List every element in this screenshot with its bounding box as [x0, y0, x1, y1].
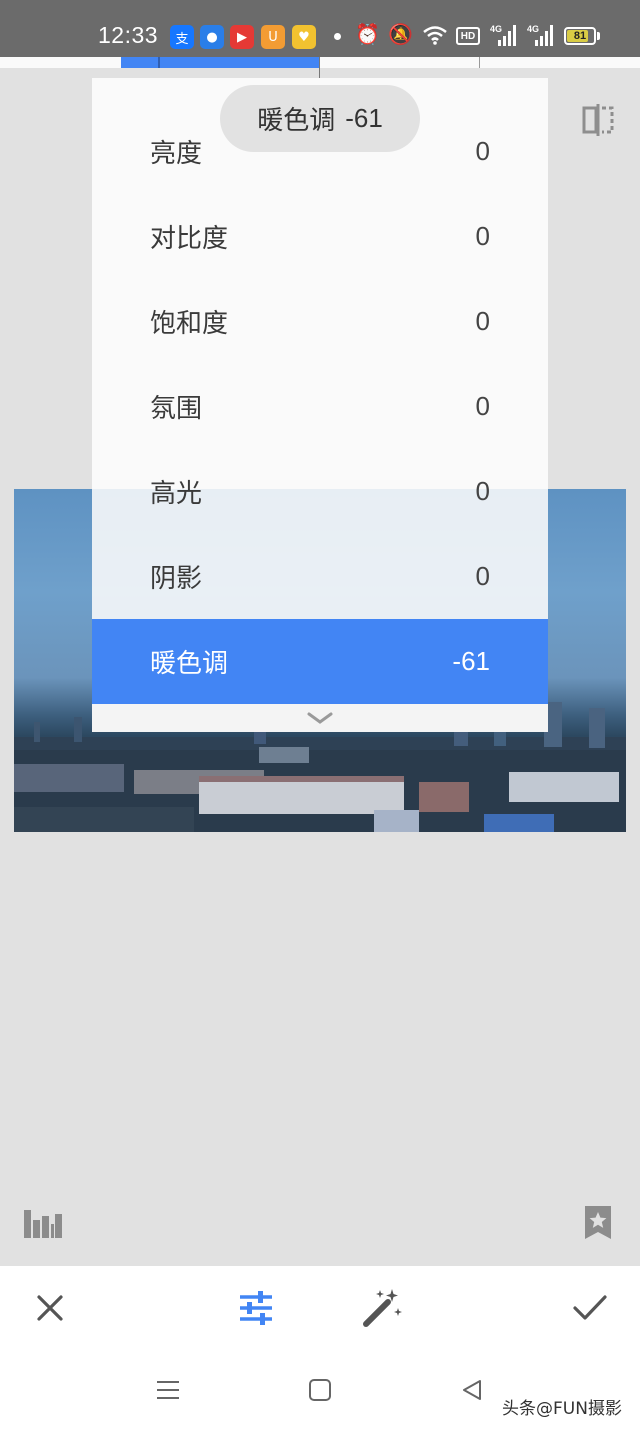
menu-item[interactable]: 高光 0: [92, 449, 548, 534]
menu-nav-button[interactable]: [150, 1372, 186, 1408]
top-strip: [0, 57, 640, 68]
alarm-icon: ⏰: [355, 22, 380, 46]
menu-item[interactable]: 氛围 0: [92, 364, 548, 449]
menu-item[interactable]: 饱和度 0: [92, 279, 548, 364]
notification-dot-icon: [334, 33, 341, 40]
heart-app-icon: ♥: [292, 25, 316, 49]
compare-icon: [582, 104, 614, 136]
slider-tick: [479, 57, 480, 68]
status-time: 12:33: [98, 22, 159, 48]
adjust-slider-fill[interactable]: [121, 57, 320, 68]
menu-item-label: 氛围: [150, 394, 203, 424]
alipay-icon: 支: [170, 25, 194, 49]
menu-item-value: 0: [475, 476, 490, 506]
chevron-down-icon: [307, 712, 333, 724]
menu-item-label: 阴影: [150, 564, 203, 594]
compare-button[interactable]: [578, 100, 618, 140]
browser-icon: ●: [200, 25, 224, 49]
apply-button[interactable]: [566, 1284, 614, 1332]
signal-icon: 4G: [527, 24, 553, 46]
battery-level: 81: [573, 30, 587, 42]
tooltip-value: -61: [345, 103, 383, 133]
menu-item-value: -61: [452, 646, 490, 676]
back-triangle-icon: [463, 1380, 481, 1400]
menu-item-label: 饱和度: [150, 309, 229, 339]
home-nav-button[interactable]: [302, 1372, 338, 1408]
adjust-slider-marker: [158, 57, 160, 68]
menu-item-value: 0: [475, 136, 490, 166]
menu-item[interactable]: 对比度 0: [92, 194, 548, 279]
network-type-1: 4G: [490, 24, 503, 34]
bookmark-star-icon: [585, 1206, 611, 1239]
menu-item-value: 0: [475, 561, 490, 591]
adjust-menu: 亮度 0 对比度 0 饱和度 0 氛围 0 高光 0 阴影 0 暖色调 -61: [92, 78, 548, 732]
home-square-icon: [309, 1379, 331, 1401]
adjust-tool-button[interactable]: [232, 1284, 280, 1332]
hd-badge: HD: [456, 27, 480, 45]
battery-icon: 81: [564, 27, 596, 45]
network-type-2: 4G: [527, 24, 540, 34]
auto-adjust-button[interactable]: [358, 1284, 406, 1332]
back-nav-button[interactable]: [454, 1372, 490, 1408]
status-bar: 12:33 支 ● ▶ U ♥ ⏰ 🔕 HD 4G 4G 81: [0, 0, 640, 57]
menu-item[interactable]: 阴影 0: [92, 534, 548, 619]
styles-button[interactable]: [582, 1204, 614, 1242]
watermark: 头条@FUN摄影: [502, 1399, 622, 1419]
value-tooltip: 暖色调 -61: [220, 85, 420, 152]
menu-item-value: 0: [475, 391, 490, 421]
battery-cap: [597, 32, 600, 40]
histogram-icon: [24, 1210, 62, 1238]
bottom-toolbar: [0, 1266, 640, 1352]
menu-item[interactable]: 暖色调 -61: [92, 619, 548, 704]
sliders-icon: [240, 1291, 272, 1325]
menu-item-value: 0: [475, 306, 490, 336]
signal-icon: 4G: [490, 24, 516, 46]
menu-item-label: 亮度: [150, 139, 203, 169]
menu-item-value: 0: [475, 221, 490, 251]
check-icon: [573, 1295, 607, 1320]
menu-item-label: 对比度: [150, 224, 229, 254]
hamburger-icon: [157, 1381, 179, 1399]
tooltip-label: 暖色调: [257, 106, 336, 136]
menu-expand-button[interactable]: [92, 704, 548, 732]
menu-item-label: 暖色调: [150, 649, 229, 679]
mute-icon: 🔕: [388, 22, 413, 46]
wifi-icon: [423, 26, 447, 45]
menu-item-label: 高光: [150, 479, 203, 509]
close-icon: [37, 1295, 63, 1321]
magic-wand-icon: [363, 1289, 402, 1327]
uc-icon: U: [261, 25, 285, 49]
video-icon: ▶: [230, 25, 254, 49]
cancel-button[interactable]: [26, 1284, 74, 1332]
histogram-button[interactable]: [22, 1204, 64, 1240]
